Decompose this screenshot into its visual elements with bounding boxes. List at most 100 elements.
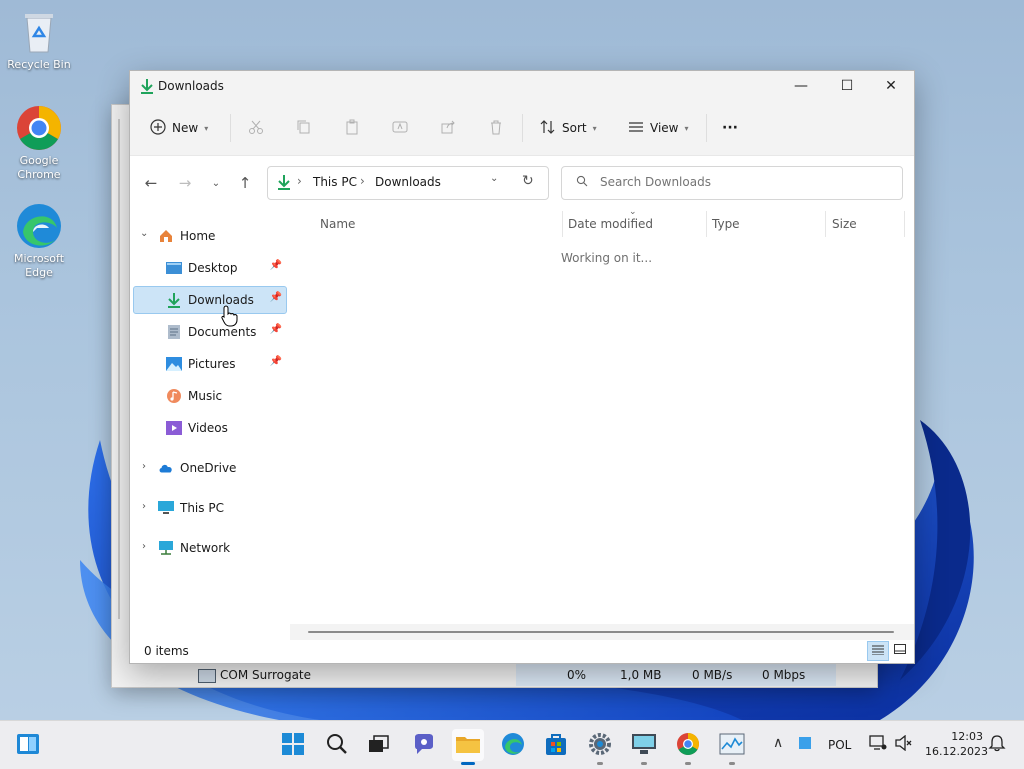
chevron-right-icon[interactable]: ›	[142, 541, 146, 552]
up-button[interactable]: ↑	[233, 172, 257, 194]
gear-icon	[588, 732, 612, 759]
share-icon	[440, 119, 456, 138]
navigation-pane: ⌄ Home Desktop 📌 Downloads 📌 Documents 📌	[130, 207, 290, 627]
chevron-right-icon[interactable]: ›	[142, 501, 146, 512]
horizontal-scrollbar[interactable]	[290, 624, 914, 640]
chevron-up-icon: ∧	[773, 735, 784, 751]
cut-button[interactable]	[248, 115, 264, 141]
task-manager-taskbar-button[interactable]	[716, 729, 748, 765]
sidebar-item-label: OneDrive	[180, 461, 237, 475]
copy-icon	[296, 119, 312, 138]
maximize-icon: ☐	[840, 78, 854, 94]
minimize-button[interactable]: —	[778, 71, 824, 101]
search-box[interactable]	[561, 166, 903, 200]
remote-desktop-taskbar-button[interactable]	[628, 729, 660, 765]
chrome-icon	[676, 732, 700, 759]
paste-button[interactable]	[344, 115, 360, 141]
plus-circle-icon	[150, 118, 166, 138]
delete-button[interactable]	[488, 115, 504, 141]
scissors-icon	[248, 119, 264, 138]
column-divider[interactable]	[706, 211, 707, 237]
settings-taskbar-button[interactable]	[584, 729, 616, 765]
sort-caret-icon: ⌄	[629, 207, 637, 217]
store-taskbar-button[interactable]	[540, 729, 572, 761]
arrow-up-icon: ↑	[238, 174, 252, 192]
column-divider[interactable]	[825, 211, 826, 237]
desktop-icon-chrome[interactable]: Google Chrome	[1, 104, 77, 182]
column-header-type[interactable]: Type	[712, 217, 740, 231]
notifications-button[interactable]	[988, 734, 1006, 755]
column-header-name[interactable]: Name	[320, 217, 355, 231]
column-divider[interactable]	[562, 211, 563, 237]
tiles-view-button[interactable]	[890, 641, 910, 659]
pin-icon: 📌	[269, 356, 282, 367]
sidebar-item-videos[interactable]: Videos	[166, 415, 286, 441]
task-view-button[interactable]	[363, 729, 395, 761]
start-button[interactable]	[277, 729, 309, 761]
running-indicator	[685, 762, 691, 765]
column-divider[interactable]	[904, 211, 905, 237]
desktop-icon-label: Recycle Bin	[7, 58, 71, 71]
sidebar-item-downloads[interactable]: Downloads 📌	[133, 286, 287, 314]
sidebar-item-this-pc[interactable]: This PC	[158, 495, 278, 521]
sidebar-item-music[interactable]: Music	[166, 383, 286, 409]
details-view-button[interactable]	[867, 641, 889, 661]
back-button[interactable]: ←	[139, 172, 163, 194]
show-hidden-icons-button[interactable]: ∧	[773, 735, 783, 751]
recent-locations-button[interactable]: ⌄	[204, 172, 228, 194]
separator	[706, 114, 707, 142]
chevron-down-icon[interactable]: ⌄	[140, 228, 148, 239]
breadcrumb-this-pc[interactable]: This PC	[313, 175, 357, 189]
task-view-icon	[368, 734, 390, 757]
search-input[interactable]	[598, 174, 892, 190]
chevron-down-icon: ⌄	[490, 173, 499, 184]
search-button[interactable]	[321, 729, 353, 761]
more-icon: ···	[722, 120, 738, 136]
close-button[interactable]: ✕	[868, 71, 914, 101]
separator	[522, 114, 523, 142]
process-row[interactable]: COM Surrogate 0% 1,0 MB 0 MB/s 0 Mbps	[112, 664, 877, 686]
file-explorer-taskbar-button[interactable]	[452, 729, 484, 765]
language-indicator[interactable]: POL	[828, 738, 851, 752]
teams-chat-button[interactable]	[408, 729, 440, 761]
file-explorer-window[interactable]: Downloads — ☐ ✕ New ▾ Sort ▾ View ▾ ··· …	[129, 70, 915, 664]
desktop-icon-edge[interactable]: Microsoft Edge	[1, 202, 77, 280]
scrollbar-thumb[interactable]	[308, 631, 894, 633]
sidebar-item-pictures[interactable]: Pictures 📌	[166, 351, 286, 377]
clock[interactable]: 12:03 16.12.2023	[925, 729, 988, 759]
desktop-icon-recycle-bin[interactable]: Recycle Bin	[1, 8, 77, 72]
tray-app-icon[interactable]	[799, 737, 811, 749]
edge-taskbar-button[interactable]	[497, 729, 529, 761]
refresh-button[interactable]: ↻	[522, 173, 534, 189]
address-dropdown-button[interactable]: ⌄	[490, 173, 498, 184]
column-header-size[interactable]: Size	[832, 217, 857, 231]
column-header-date-modified[interactable]: Date modified	[568, 217, 653, 231]
file-list[interactable]: Name ⌄ Date modified Type Size Working o…	[290, 207, 914, 627]
more-options-button[interactable]: ···	[722, 115, 738, 141]
forward-button[interactable]: →	[173, 172, 197, 194]
sidebar-item-label: Home	[180, 229, 216, 243]
chevron-right-icon[interactable]: ›	[142, 461, 146, 472]
share-button[interactable]	[440, 115, 456, 141]
view-button[interactable]: View ▾	[628, 115, 689, 141]
network-status-icon[interactable]	[869, 735, 887, 754]
address-bar[interactable]: › This PC › Downloads ⌄ ↻	[267, 166, 549, 200]
sidebar-item-desktop[interactable]: Desktop 📌	[166, 255, 286, 281]
home-icon	[158, 228, 174, 244]
new-button[interactable]: New ▾	[150, 115, 208, 141]
breadcrumb-downloads[interactable]: Downloads	[375, 175, 441, 189]
copy-button[interactable]	[296, 115, 312, 141]
sidebar-item-label: Desktop	[188, 261, 238, 275]
rename-button[interactable]	[392, 115, 408, 141]
maximize-button[interactable]: ☐	[824, 71, 870, 101]
pin-icon: 📌	[269, 324, 282, 335]
widgets-button[interactable]	[12, 729, 44, 761]
chrome-taskbar-button[interactable]	[672, 729, 704, 765]
sidebar-item-network[interactable]: Network	[158, 535, 278, 561]
sidebar-item-onedrive[interactable]: OneDrive	[158, 455, 278, 481]
sort-button[interactable]: Sort ▾	[540, 115, 597, 141]
download-icon	[277, 174, 291, 193]
volume-muted-icon[interactable]	[895, 734, 913, 754]
sidebar-item-home[interactable]: Home	[158, 223, 278, 249]
title-bar[interactable]: Downloads — ☐ ✕	[130, 71, 914, 101]
